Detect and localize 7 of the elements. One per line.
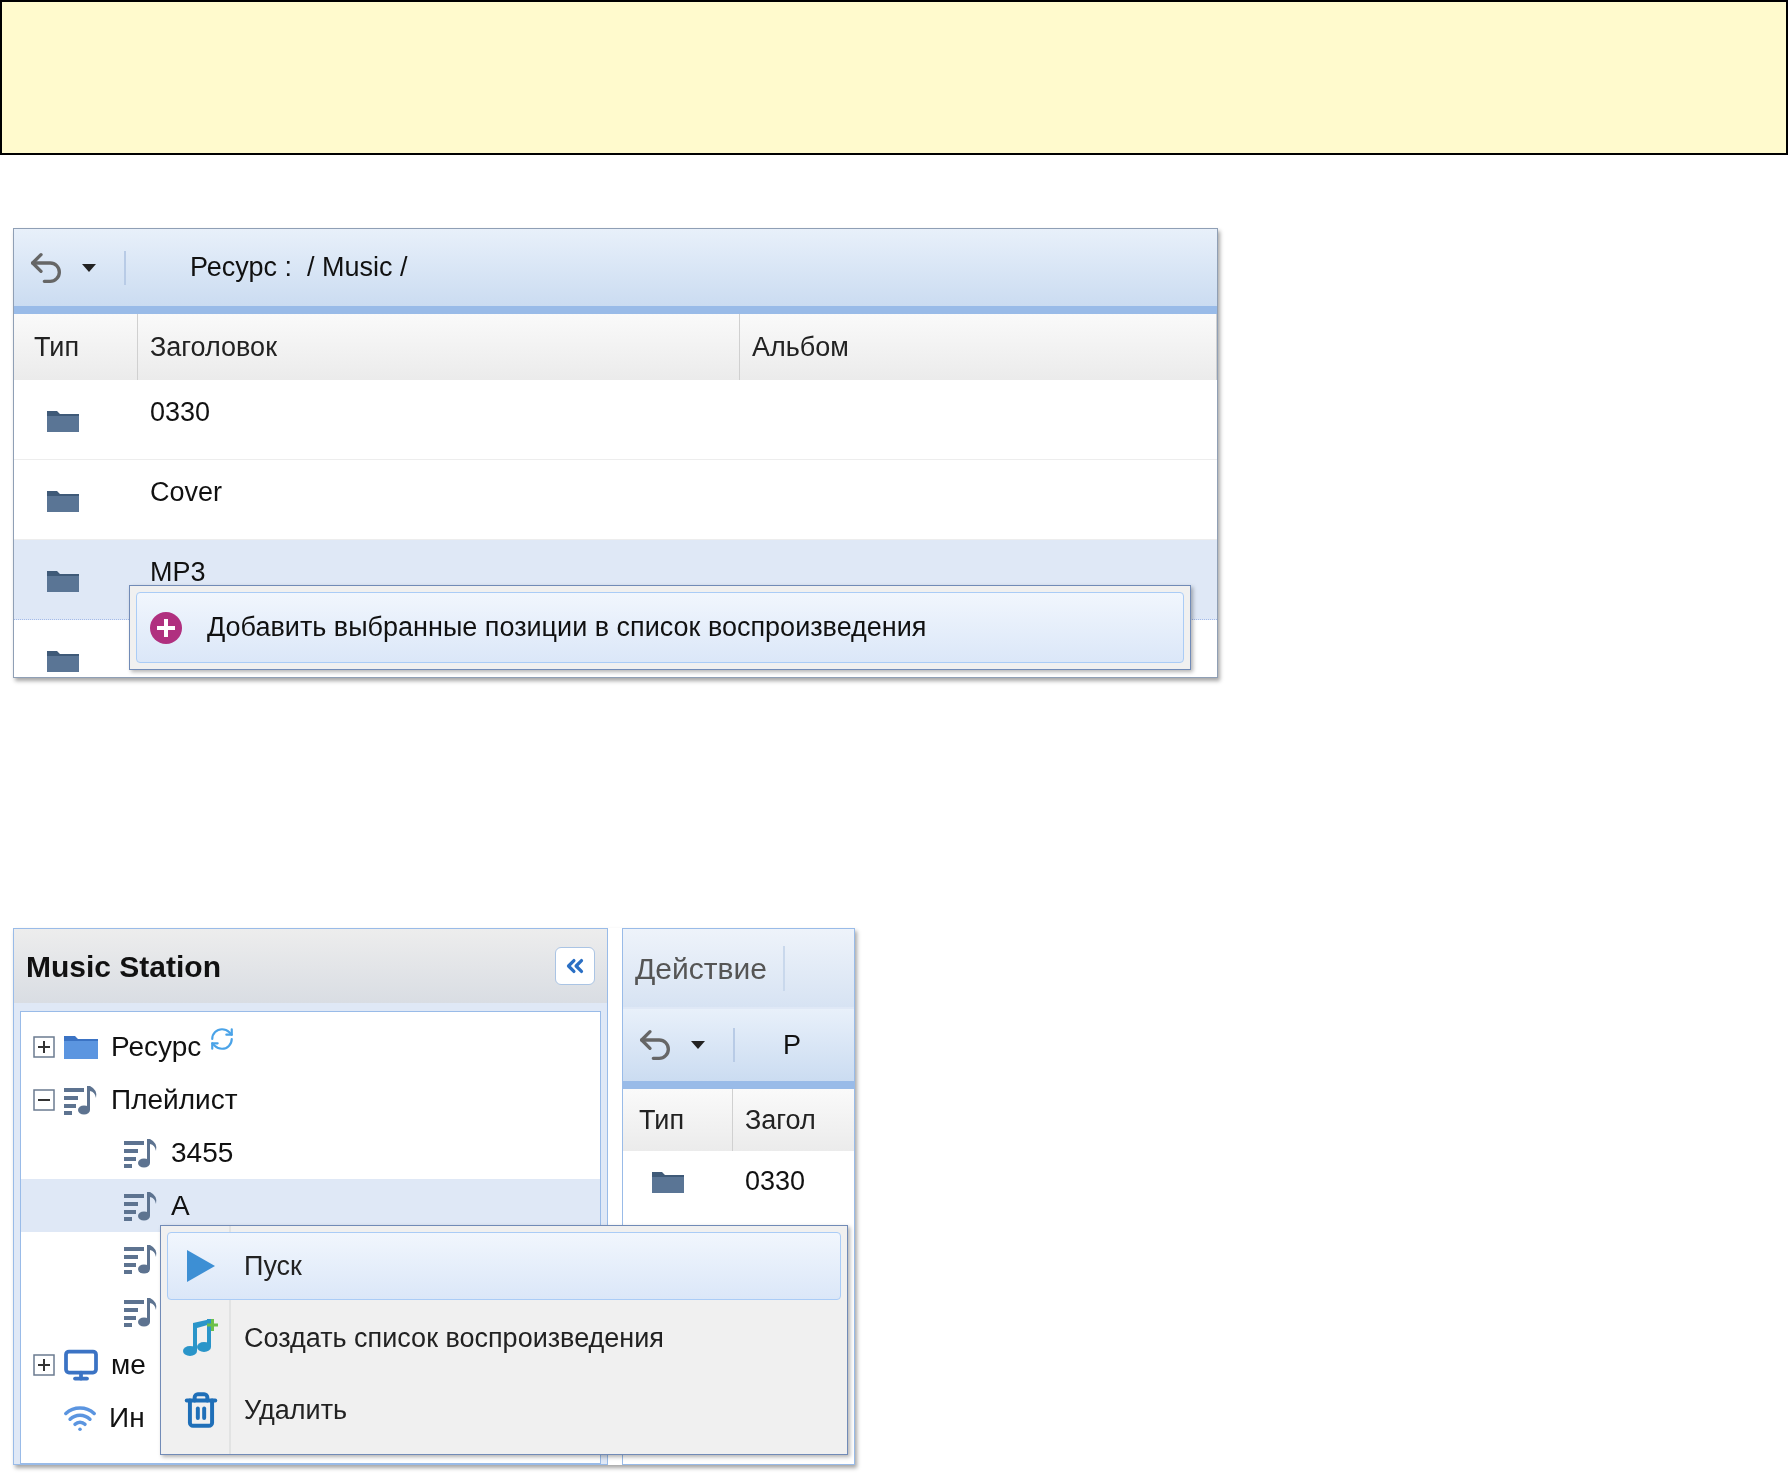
title-cell-text: Cover — [150, 476, 223, 509]
path-label: Р — [783, 1028, 801, 1062]
title-cell-text: 0330 — [744, 1164, 807, 1198]
path-label: Ресурс : / Music / — [190, 251, 408, 285]
title-cell-text: 0330 — [150, 396, 211, 429]
panel-title: Music Station — [26, 948, 221, 985]
title-cell-text: MP3 — [150, 556, 206, 589]
